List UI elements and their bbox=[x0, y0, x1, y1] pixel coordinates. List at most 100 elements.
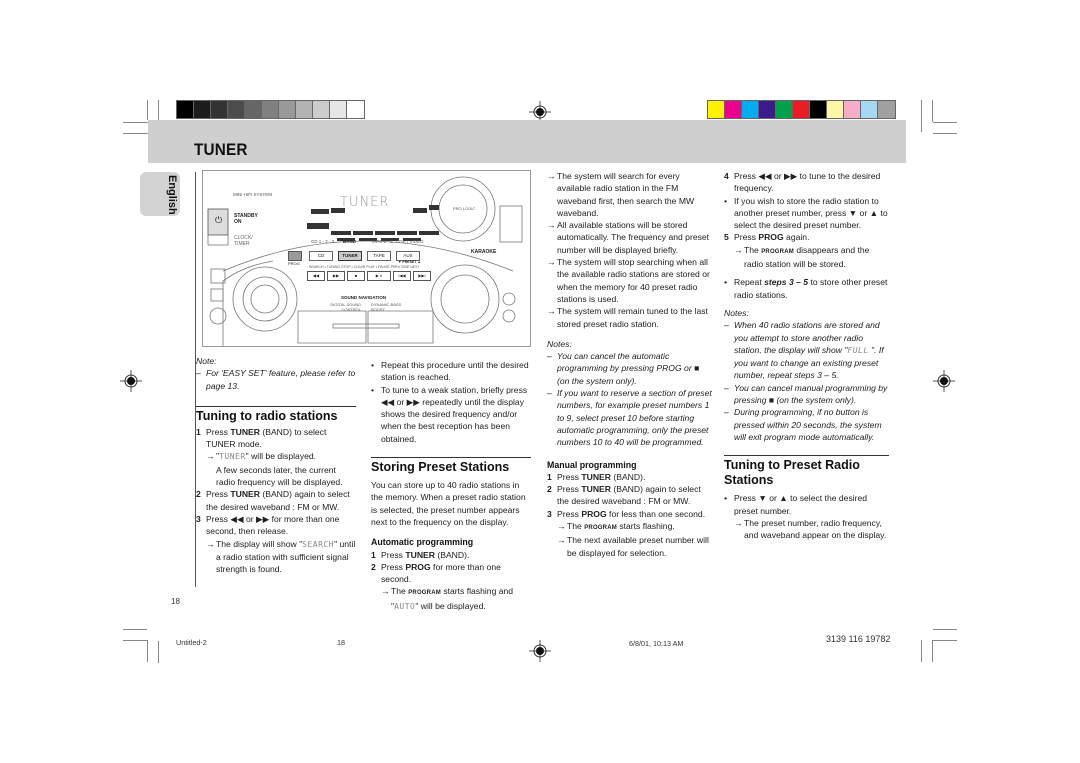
grayscale-swatch bbox=[228, 101, 245, 118]
fast-forward-button: ▶▶ bbox=[327, 271, 345, 281]
footer-filename: Untitled-2 bbox=[176, 638, 207, 647]
color-swatch bbox=[793, 101, 810, 118]
crop-mark bbox=[147, 640, 148, 662]
registration-target-icon bbox=[529, 640, 551, 662]
crop-mark bbox=[921, 640, 922, 662]
arrow-item: → The system will remain tuned to the las… bbox=[547, 306, 708, 329]
crop-mark bbox=[158, 641, 159, 663]
program-indicator: PROGRAM bbox=[584, 525, 617, 532]
grayscale-swatch bbox=[245, 101, 262, 118]
transport-buttons: ◀◀ ▶▶ ■ ▶ II I◀◀ ▶▶I bbox=[307, 271, 431, 281]
page-number: 18 bbox=[171, 597, 180, 606]
manual-step-3-result: → The next available preset number will … bbox=[557, 535, 709, 558]
karaoke-logo: KARAOKE bbox=[471, 249, 497, 255]
lcd-text-tuner: TUNER bbox=[219, 452, 246, 462]
device-front-panel-illustration: MINI HIFI SYSTEM TUNER ⏻ STANDBY ON CLOC… bbox=[202, 170, 531, 347]
manual-step-4: 4 Press ◀◀ or ▶▶ to tune to the desired f… bbox=[724, 171, 881, 194]
grayscale-swatch bbox=[347, 101, 364, 118]
notes-label: Notes: bbox=[547, 338, 572, 349]
arrow-item: → All available stations will be stored a… bbox=[547, 220, 710, 255]
device-model-label: MINI HIFI SYSTEM bbox=[233, 192, 273, 197]
bullet-item: • If you wish to store the radio station … bbox=[724, 195, 888, 231]
footer-page: 18 bbox=[337, 638, 345, 647]
note-item: – When 40 radio stations are stored and … bbox=[724, 320, 884, 381]
sound-navigation-label: SOUND NAVIGATION bbox=[341, 295, 387, 300]
bullet-item: • Repeat steps 3 – 5 to store other pres… bbox=[724, 277, 888, 300]
color-calibration-bar bbox=[707, 100, 896, 119]
column-3: → The system will search for every availa… bbox=[547, 170, 712, 559]
tuner-button: TUNER bbox=[338, 251, 362, 261]
page-title: TUNER bbox=[194, 140, 248, 159]
language-tab-label: English bbox=[166, 175, 178, 215]
language-tab: English bbox=[140, 172, 180, 216]
bullet-item: • To tune to a weak station, briefly pres… bbox=[371, 384, 528, 444]
arrow-icon: → bbox=[547, 306, 556, 317]
crop-mark bbox=[921, 100, 922, 132]
lcd-text-full: FULL bbox=[847, 345, 869, 355]
color-swatch bbox=[742, 101, 759, 118]
note-label: Note: bbox=[196, 356, 217, 366]
footer-date: 6/8/01, 10:13 AM bbox=[629, 639, 684, 648]
step-1-result: → "TUNER" will be displayed. bbox=[196, 450, 356, 463]
grayscale-swatch bbox=[313, 101, 330, 118]
color-swatch bbox=[708, 101, 725, 118]
storing-intro: You can store up to 40 radio stations in… bbox=[371, 480, 526, 527]
section-title-storing: Storing Preset Stations bbox=[371, 460, 510, 475]
column-2: • Repeat this procedure until the desired… bbox=[371, 359, 531, 613]
prog-label: PROG bbox=[288, 261, 300, 266]
crop-mark bbox=[932, 100, 933, 122]
pro-logic-label: PRO LOGIC bbox=[453, 206, 476, 211]
play-pause-button: ▶ II bbox=[367, 271, 391, 281]
arrow-icon: → bbox=[734, 244, 743, 255]
dsc-label: DIGITAL SOUND CONTROL bbox=[330, 302, 361, 312]
arrow-item: → The preset number, radio frequency, and… bbox=[734, 517, 887, 541]
grayscale-swatch bbox=[296, 101, 313, 118]
column-4: 4 Press ◀◀ or ▶▶ to tune to the desired f… bbox=[724, 170, 889, 541]
crop-mark bbox=[123, 122, 148, 123]
notes-label: Notes: bbox=[724, 307, 749, 318]
subsection-title-manual: Manual programming bbox=[547, 459, 637, 470]
power-icon: ⏻ bbox=[215, 215, 223, 225]
manual-step-3: 3 Press PROG for less than one second. bbox=[547, 508, 706, 519]
clock-timer-label: CLOCK/ TIMER bbox=[234, 235, 253, 247]
source-label-cdr: CDR / VIDEO bbox=[396, 239, 424, 244]
manual-step-3-result: → The PROGRAM starts flashing. bbox=[547, 520, 712, 534]
auto-step-2: 2 Press PROG for more than one second. bbox=[371, 561, 501, 585]
on-label: ON bbox=[234, 219, 242, 225]
arrow-icon: → bbox=[206, 538, 215, 549]
lcd-text-search: SEARCH bbox=[302, 539, 335, 549]
device-lcd-display: TUNER bbox=[340, 195, 390, 210]
prev-button: I◀◀ bbox=[393, 271, 411, 281]
grayscale-swatch bbox=[194, 101, 211, 118]
grayscale-calibration-bar bbox=[176, 100, 365, 119]
color-swatch bbox=[725, 101, 742, 118]
arrow-icon: → bbox=[547, 171, 556, 181]
program-indicator: PROGRAM bbox=[408, 590, 441, 597]
arrow-icon: → bbox=[206, 451, 215, 462]
step-3: 3 Press ◀◀ or ▶▶ for more than one secon… bbox=[196, 513, 340, 537]
arrow-icon: → bbox=[547, 257, 556, 268]
program-indicator: PROGRAM bbox=[761, 248, 794, 255]
crop-mark bbox=[933, 629, 957, 630]
transport-labels: SEARCH • TUNING STOP • CLEAR PLAY • PAUS… bbox=[309, 265, 420, 269]
section-header-band: TUNER bbox=[148, 120, 906, 163]
grayscale-swatch bbox=[330, 101, 347, 118]
manual-step-2: 2 Press TUNER (BAND) again to select the… bbox=[547, 484, 701, 507]
bullet-item: • Repeat this procedure until the desired… bbox=[371, 360, 529, 383]
manual-step-5-result: → The PROGRAM disappears and the radio s… bbox=[734, 244, 870, 270]
note-item: – If you want to reserve a section of pre… bbox=[547, 388, 712, 448]
grayscale-swatch bbox=[279, 101, 296, 118]
color-swatch bbox=[844, 101, 861, 118]
bullet-item: • Press ▼ or ▲ to select the desired pres… bbox=[724, 493, 868, 516]
arrow-icon: → bbox=[381, 586, 390, 597]
color-swatch bbox=[827, 101, 844, 118]
crop-mark bbox=[123, 629, 147, 630]
grayscale-swatch bbox=[211, 101, 228, 118]
registration-target-icon bbox=[933, 370, 955, 392]
crop-mark bbox=[123, 133, 148, 134]
crop-mark bbox=[123, 640, 147, 641]
note-item: – You can cancel manual programming by pr… bbox=[724, 382, 888, 406]
color-swatch bbox=[878, 101, 895, 118]
color-swatch bbox=[776, 101, 793, 118]
color-swatch bbox=[759, 101, 776, 118]
